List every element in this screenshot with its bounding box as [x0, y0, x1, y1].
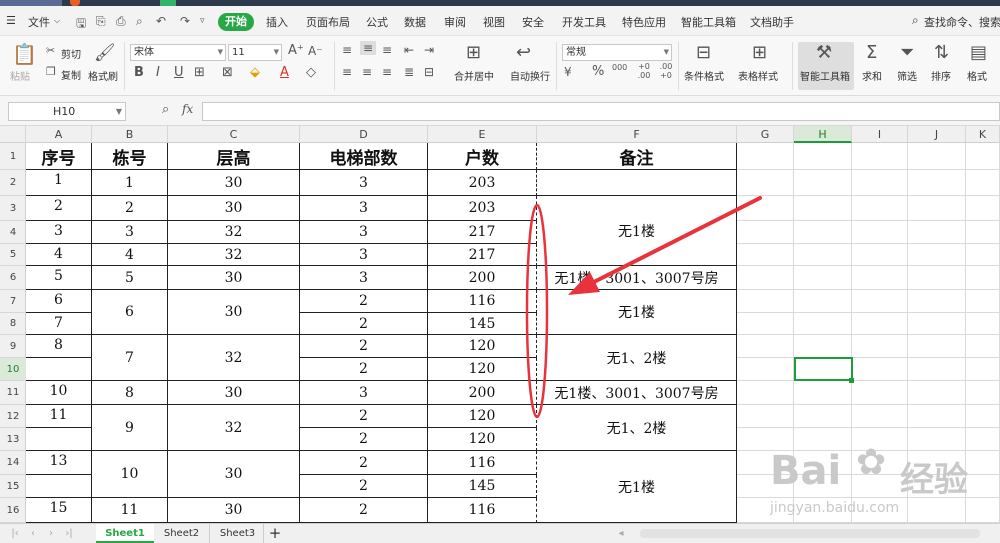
paw-icon: ✿ — [856, 442, 887, 483]
watermark-brand-suffix: 经验 — [900, 460, 968, 500]
sheet-tab-1[interactable]: Sheet1 — [96, 524, 154, 543]
last-sheet-icon[interactable]: ›| — [62, 524, 76, 543]
watermark-brand: Bai — [770, 448, 842, 494]
annotation-arrow-head — [568, 272, 600, 295]
next-sheet-icon[interactable]: › — [44, 524, 58, 543]
watermark-url: jingyan.baidu.com — [770, 500, 900, 516]
horizontal-scrollbar[interactable] — [640, 529, 980, 538]
sheet-tab-3[interactable]: Sheet3 — [212, 524, 264, 543]
first-sheet-icon[interactable]: |‹ — [8, 524, 22, 543]
annotation-arrow-shaft — [584, 196, 762, 288]
sheet-tab-bar: |‹ ‹ › ›| Sheet1 Sheet2 Sheet3 + ◂ — [0, 523, 1000, 543]
watermark: Bai ✿ 经验 jingyan.baidu.com — [770, 436, 1000, 520]
selected-cell-h10[interactable] — [794, 357, 853, 381]
highlight-ellipse — [525, 203, 549, 419]
prev-sheet-icon[interactable]: ‹ — [26, 524, 40, 543]
add-sheet-button[interactable]: + — [266, 524, 284, 543]
scroll-left-icon[interactable]: ◂ — [616, 524, 626, 543]
fill-handle[interactable] — [849, 378, 854, 383]
sheet-tab-2[interactable]: Sheet2 — [154, 524, 210, 543]
